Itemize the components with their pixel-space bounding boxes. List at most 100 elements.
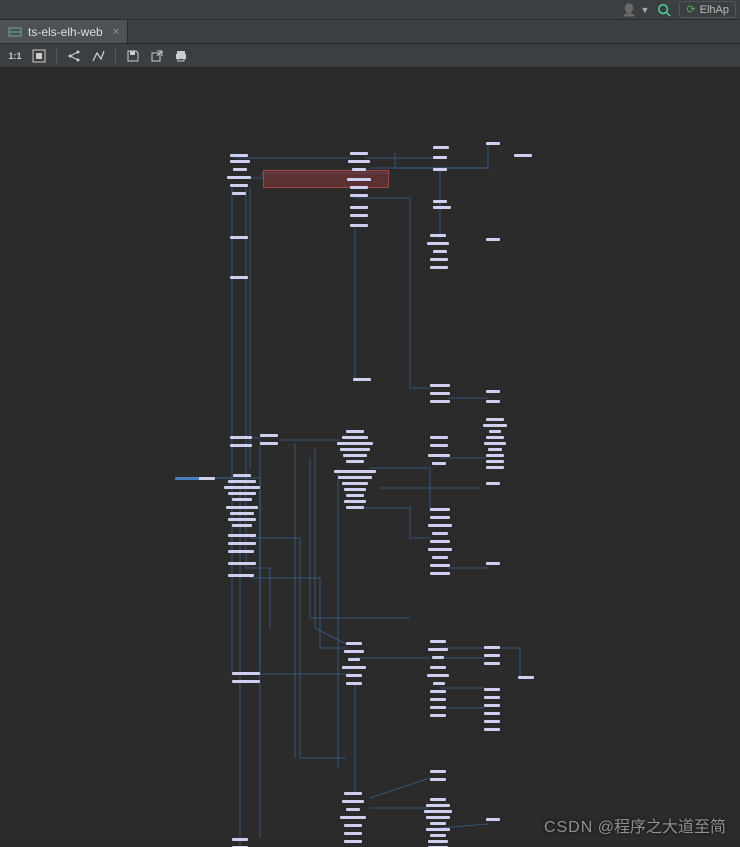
diagram-node[interactable] bbox=[486, 436, 504, 439]
diagram-node[interactable] bbox=[433, 206, 451, 209]
diagram-node[interactable] bbox=[430, 508, 450, 511]
editor-tab[interactable]: ts-els-elh-web × bbox=[0, 20, 128, 43]
diagram-node[interactable] bbox=[224, 486, 260, 489]
diagram-node[interactable] bbox=[486, 466, 504, 469]
diagram-node[interactable] bbox=[486, 142, 500, 145]
diagram-node[interactable] bbox=[484, 662, 500, 665]
diagram-node[interactable] bbox=[433, 250, 447, 253]
fit-content-button[interactable] bbox=[28, 46, 50, 66]
diagram-node[interactable] bbox=[424, 810, 452, 813]
diagram-node[interactable] bbox=[486, 482, 500, 485]
diagram-node[interactable] bbox=[427, 242, 449, 245]
diagram-node[interactable] bbox=[232, 498, 252, 501]
diagram-node[interactable] bbox=[430, 266, 448, 269]
diagram-node[interactable] bbox=[484, 720, 500, 723]
diagram-node[interactable] bbox=[350, 194, 368, 197]
diagram-node[interactable] bbox=[230, 184, 248, 187]
diagram-node[interactable] bbox=[230, 154, 248, 157]
diagram-node[interactable] bbox=[432, 462, 446, 465]
diagram-node[interactable] bbox=[227, 176, 251, 179]
diagram-node[interactable] bbox=[486, 460, 504, 463]
diagram-node[interactable] bbox=[430, 436, 448, 439]
diagram-node[interactable] bbox=[430, 690, 446, 693]
diagram-node[interactable] bbox=[228, 518, 256, 521]
diagram-node[interactable] bbox=[346, 430, 364, 433]
diagram-node[interactable] bbox=[430, 234, 446, 237]
diagram-node[interactable] bbox=[228, 492, 256, 495]
diagram-node[interactable] bbox=[342, 482, 368, 485]
diagram-node[interactable] bbox=[334, 470, 376, 473]
diagram-node[interactable] bbox=[484, 712, 500, 715]
diagram-node[interactable] bbox=[430, 714, 446, 717]
diagram-node[interactable] bbox=[433, 156, 447, 159]
diagram-node[interactable] bbox=[230, 160, 250, 163]
diagram-node[interactable] bbox=[433, 682, 445, 685]
diagram-node[interactable] bbox=[344, 840, 362, 843]
diagram-node[interactable] bbox=[486, 818, 500, 821]
diagram-node[interactable] bbox=[430, 698, 446, 701]
diagram-node[interactable] bbox=[430, 640, 446, 643]
diagram-node[interactable] bbox=[350, 224, 368, 227]
diagram-node[interactable] bbox=[430, 798, 446, 801]
diagram-node[interactable] bbox=[432, 656, 444, 659]
diagram-node[interactable] bbox=[346, 682, 362, 685]
diagram-node[interactable] bbox=[430, 706, 446, 709]
diagram-node[interactable] bbox=[350, 152, 368, 155]
diagram-node[interactable] bbox=[344, 824, 362, 827]
diagram-node[interactable] bbox=[433, 200, 447, 203]
diagram-node[interactable] bbox=[346, 506, 364, 509]
diagram-node[interactable] bbox=[489, 430, 501, 433]
diagram-node[interactable] bbox=[430, 444, 448, 447]
save-button[interactable] bbox=[122, 46, 144, 66]
diagram-node[interactable] bbox=[350, 214, 368, 217]
diagram-node[interactable] bbox=[350, 206, 368, 209]
diagram-node[interactable] bbox=[426, 816, 450, 819]
diagram-node[interactable] bbox=[347, 178, 371, 181]
diagram-node[interactable] bbox=[428, 648, 448, 651]
root-node[interactable] bbox=[175, 477, 215, 480]
search-button[interactable] bbox=[657, 3, 671, 17]
diagram-node[interactable] bbox=[228, 534, 256, 537]
diagram-node[interactable] bbox=[342, 666, 366, 669]
diagram-node[interactable] bbox=[486, 238, 500, 241]
diagram-node[interactable] bbox=[486, 454, 504, 457]
diagram-node[interactable] bbox=[228, 550, 254, 553]
diagram-node[interactable] bbox=[427, 674, 449, 677]
diagram-node[interactable] bbox=[486, 562, 500, 565]
diagram-node[interactable] bbox=[340, 816, 366, 819]
run-config-button[interactable]: ⟳ ElhAp bbox=[679, 1, 736, 18]
diagram-node[interactable] bbox=[348, 160, 370, 163]
diagram-node[interactable] bbox=[232, 672, 260, 675]
diagram-node[interactable] bbox=[344, 650, 364, 653]
diagram-node[interactable] bbox=[430, 778, 446, 781]
diagram-node[interactable] bbox=[428, 840, 448, 843]
diagram-node[interactable] bbox=[518, 676, 534, 679]
diagram-node[interactable] bbox=[346, 642, 362, 645]
diagram-node[interactable] bbox=[430, 516, 450, 519]
actual-size-button[interactable]: 1:1 bbox=[4, 46, 26, 66]
diagram-node[interactable] bbox=[346, 808, 360, 811]
diagram-node[interactable] bbox=[228, 480, 256, 483]
diagram-node[interactable] bbox=[484, 442, 506, 445]
diagram-node[interactable] bbox=[228, 574, 254, 577]
diagram-node[interactable] bbox=[428, 548, 452, 551]
diagram-node[interactable] bbox=[430, 834, 446, 837]
diagram-node[interactable] bbox=[228, 562, 256, 565]
diagram-node[interactable] bbox=[486, 418, 504, 421]
diagram-node[interactable] bbox=[260, 434, 278, 437]
diagram-node[interactable] bbox=[232, 524, 252, 527]
diagram-node[interactable] bbox=[432, 556, 448, 559]
diagram-node[interactable] bbox=[484, 728, 500, 731]
diagram-node[interactable] bbox=[426, 804, 450, 807]
diagram-node[interactable] bbox=[233, 474, 251, 477]
diagram-node[interactable] bbox=[226, 506, 258, 509]
diagram-node[interactable] bbox=[344, 832, 362, 835]
diagram-node[interactable] bbox=[348, 658, 360, 661]
diagram-node[interactable] bbox=[430, 540, 450, 543]
diagram-node[interactable] bbox=[346, 494, 364, 497]
diagram-node[interactable] bbox=[514, 154, 532, 157]
layout-button[interactable] bbox=[63, 46, 85, 66]
diagram-node[interactable] bbox=[344, 488, 366, 491]
diagram-node[interactable] bbox=[343, 454, 367, 457]
diagram-node[interactable] bbox=[430, 392, 450, 395]
